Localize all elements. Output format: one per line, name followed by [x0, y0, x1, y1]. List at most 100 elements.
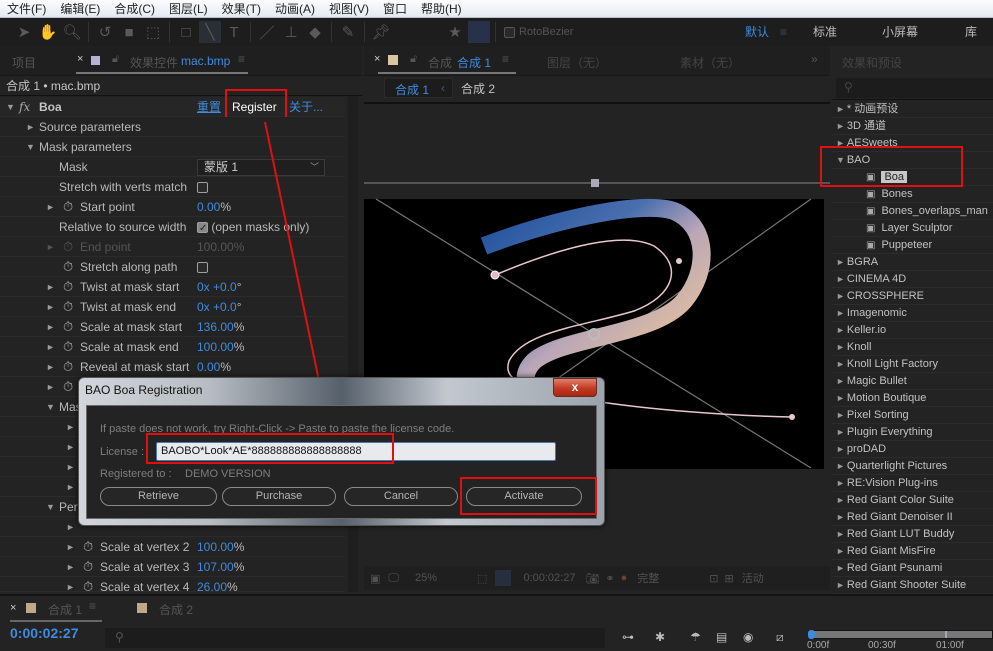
- expand-icon[interactable]: ►: [836, 121, 845, 131]
- stopwatch-icon[interactable]: ⏱︎: [83, 537, 93, 557]
- breadcrumb-comp-1[interactable]: 合成 1: [395, 81, 429, 98]
- rotate-tool-icon[interactable]: ↺: [94, 21, 116, 43]
- tab-footage[interactable]: 素材（无）: [680, 54, 740, 71]
- expand-icon[interactable]: ►: [836, 461, 845, 471]
- expand-icon[interactable]: ►: [46, 297, 55, 317]
- monitor-icon[interactable]: 🖵︎: [388, 572, 399, 585]
- shy-layers-icon[interactable]: ☂: [690, 630, 701, 644]
- close-tab-icon[interactable]: ×: [77, 53, 83, 65]
- expand-icon[interactable]: ►: [836, 410, 845, 420]
- expand-icon[interactable]: ►: [836, 580, 845, 590]
- tab-layer[interactable]: 图层（无）: [547, 54, 607, 71]
- active-camera-dropdown[interactable]: 活动: [742, 570, 764, 586]
- panel-menu-icon[interactable]: ≡: [89, 599, 96, 613]
- motion-blur-icon[interactable]: ◉: [743, 630, 753, 644]
- panel-menu-icon[interactable]: ≡: [238, 52, 245, 66]
- selection-tool-icon[interactable]: ➤: [13, 21, 35, 43]
- eraser-tool-icon[interactable]: ◆: [304, 21, 326, 43]
- purchase-button[interactable]: Purchase: [222, 487, 336, 506]
- expand-icon[interactable]: ►: [46, 377, 55, 397]
- show-snapshot-icon[interactable]: ⚭: [605, 572, 614, 585]
- menu-composition[interactable]: 合成(C): [107, 0, 162, 17]
- stopwatch-icon[interactable]: ⏱︎: [63, 277, 73, 297]
- effect-folder[interactable]: ► Red Giant Psunami: [832, 560, 993, 577]
- stopwatch-icon[interactable]: ⏱︎: [63, 317, 73, 337]
- workspace-default[interactable]: 默认: [745, 18, 769, 46]
- brush-tool-icon[interactable]: ／: [256, 21, 278, 43]
- tab-composition-1[interactable]: 合成 1: [457, 54, 491, 71]
- expand-icon[interactable]: ►: [66, 557, 75, 577]
- stopwatch-icon[interactable]: ⏱︎: [83, 577, 93, 591]
- expand-icon[interactable]: ►: [836, 563, 845, 573]
- effect-folder[interactable]: ► Pixel Sorting: [832, 407, 993, 424]
- expand-icon[interactable]: ►: [46, 317, 55, 337]
- mask-parameters-group[interactable]: Mask parameters: [39, 137, 132, 157]
- workspace-library[interactable]: 库: [965, 18, 977, 46]
- text-tool-icon[interactable]: T: [223, 21, 245, 43]
- expand-icon[interactable]: ►: [836, 359, 845, 369]
- timeline-current-time[interactable]: 0:00:02:27: [10, 625, 79, 641]
- menu-file[interactable]: 文件(F): [0, 0, 53, 17]
- expand-icon[interactable]: ►: [66, 417, 75, 437]
- workspace-small-screen[interactable]: 小屏幕: [882, 18, 918, 46]
- stretch-path-checkbox[interactable]: [197, 262, 208, 274]
- clone-stamp-tool-icon[interactable]: ⊥: [280, 21, 302, 43]
- menu-layer[interactable]: 图层(L): [162, 0, 215, 17]
- panel-menu-icon[interactable]: ≡: [502, 52, 509, 66]
- close-tab-icon[interactable]: ×: [374, 53, 380, 65]
- tab-effect-controls-file[interactable]: mac.bmp: [181, 54, 230, 68]
- region-icon[interactable]: ⬚: [477, 572, 487, 585]
- hand-tool-icon[interactable]: ✋: [37, 21, 59, 43]
- collapse-effect-icon[interactable]: ▼: [6, 97, 15, 117]
- cancel-button[interactable]: Cancel: [344, 487, 458, 506]
- expand-icon[interactable]: ►: [836, 427, 845, 437]
- effect-folder[interactable]: ► Keller.io: [832, 322, 993, 339]
- expand-icon[interactable]: ►: [836, 478, 845, 488]
- expand-icon[interactable]: ►: [836, 104, 845, 114]
- pen-tool-icon[interactable]: ╲: [199, 21, 221, 43]
- playhead-marker[interactable]: [945, 631, 947, 638]
- expand-icon[interactable]: ►: [66, 517, 75, 537]
- zoom-tool-icon[interactable]: 🔍︎: [61, 21, 83, 43]
- expand-icon[interactable]: ►: [836, 291, 845, 301]
- grid-icon[interactable]: ⊞: [725, 572, 734, 585]
- expand-icon[interactable]: ►: [836, 257, 845, 267]
- stopwatch-icon[interactable]: ⏱︎: [83, 557, 93, 577]
- stopwatch-icon[interactable]: ⏱︎: [63, 197, 73, 217]
- mask-vertex-start[interactable]: [490, 270, 500, 280]
- expand-icon[interactable]: ►: [46, 197, 55, 217]
- effect-folder[interactable]: ► Plugin Everything: [832, 424, 993, 441]
- effect-folder[interactable]: ► * 动画预设: [832, 101, 993, 118]
- star-icon[interactable]: ★: [444, 21, 466, 43]
- resolution-dropdown[interactable]: 完整: [637, 570, 659, 586]
- work-area-bar[interactable]: [808, 630, 993, 639]
- shape-tool-icon[interactable]: □: [175, 21, 197, 43]
- collapse-icon[interactable]: ▼: [26, 137, 35, 157]
- composition-flowchart-icon[interactable]: ⊶: [622, 630, 634, 644]
- effect-folder[interactable]: ► CINEMA 4D: [832, 271, 993, 288]
- workspace-menu-icon[interactable]: ≡: [780, 18, 787, 46]
- more-tabs-icon[interactable]: »: [811, 52, 818, 66]
- mask-vertex-end[interactable]: [789, 414, 795, 420]
- retrieve-button[interactable]: Retrieve: [100, 487, 217, 506]
- expand-icon[interactable]: ►: [66, 437, 75, 457]
- expand-icon[interactable]: ►: [46, 277, 55, 297]
- lock-icon[interactable]: 🔓︎: [112, 53, 119, 66]
- reset-link[interactable]: 重置: [197, 97, 221, 117]
- draft-3d-icon[interactable]: ✱: [655, 630, 665, 644]
- expand-icon[interactable]: ►: [836, 444, 845, 454]
- menu-edit[interactable]: 编辑(E): [53, 0, 107, 17]
- mask-dropdown[interactable]: 蒙版 1 ﹀: [197, 159, 325, 176]
- expand-icon[interactable]: ►: [836, 512, 845, 522]
- scale-vertex4-value[interactable]: 26.00: [197, 580, 227, 591]
- effect-folder[interactable]: ► Magic Bullet: [832, 373, 993, 390]
- breadcrumb-active[interactable]: 合成 1 ‹: [384, 78, 453, 98]
- tab-effect-controls[interactable]: 效果控件: [130, 54, 178, 71]
- effect-item[interactable]: ▣ Bones_overlaps_man: [832, 203, 993, 220]
- color-channels-icon[interactable]: ●: [621, 572, 628, 584]
- menu-effect[interactable]: 效果(T): [215, 0, 268, 17]
- effect-folder[interactable]: ► Red Giant LUT Buddy: [832, 526, 993, 543]
- effect-folder[interactable]: ► Red Giant Shooter Suite: [832, 577, 993, 594]
- expand-icon[interactable]: ►: [66, 477, 75, 497]
- relative-width-checkbox[interactable]: ✓: [197, 222, 208, 234]
